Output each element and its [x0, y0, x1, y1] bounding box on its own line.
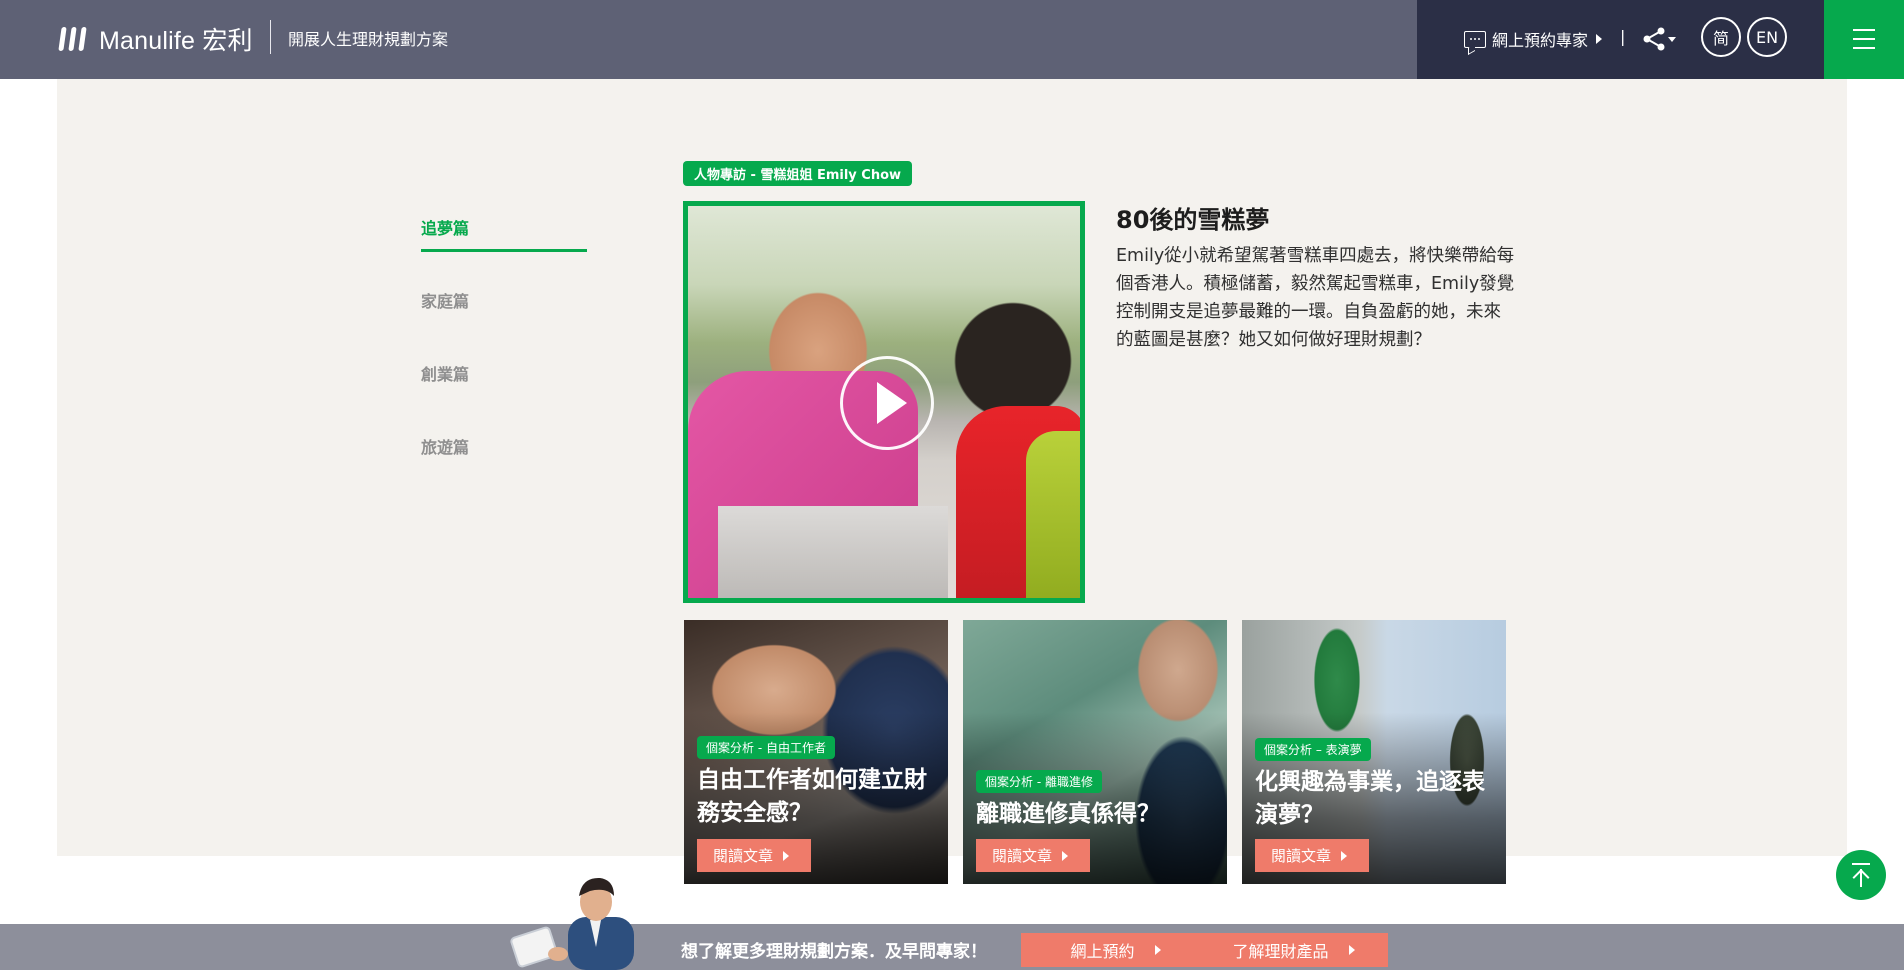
article-card[interactable]: 個案分析 – 表演夢 化興趣為事業，追逐表演夢？ 閱讀文章 — [1242, 620, 1506, 884]
hamburger-line — [1853, 38, 1875, 40]
triangle-right-icon — [1596, 34, 1603, 44]
article-title: 化興趣為事業，追逐表演夢？ — [1255, 769, 1485, 828]
article-tag: 個案分析 - 離職進修 — [976, 770, 1102, 793]
article-title: 自由工作者如何建立財務安全感？ — [697, 767, 927, 826]
story-category-nav: 追夢篇 家庭篇 創業篇 旅遊篇 — [421, 215, 587, 507]
cta-text: 想了解更多理財規劃方案．及早問專家！ — [681, 942, 987, 962]
triangle-right-icon — [1062, 850, 1069, 861]
thumbnail-shape — [718, 506, 948, 598]
manulife-logo-icon — [58, 27, 87, 51]
read-article-button[interactable]: 閱讀文章 — [976, 839, 1090, 872]
nav-item-family[interactable]: 家庭篇 — [421, 288, 587, 361]
page: Manulife 宏利 開展人生理財規劃方案 網上預約專家 | 简 EN 追夢篇… — [0, 0, 1904, 970]
read-article-label: 閱讀文章 — [992, 847, 1053, 865]
share-icon[interactable] — [1642, 26, 1678, 52]
feature-video[interactable] — [683, 201, 1085, 603]
hamburger-menu-button[interactable] — [1824, 0, 1904, 79]
triangle-right-icon — [1348, 945, 1355, 955]
nav-item-travel[interactable]: 旅遊篇 — [421, 434, 587, 507]
article-card[interactable]: 個案分析 - 離職進修 離職進修真係得？ 閱讀文章 — [963, 620, 1227, 884]
hamburger-line — [1853, 47, 1875, 49]
read-article-button[interactable]: 閱讀文章 — [1255, 839, 1369, 872]
cta-products-label: 了解理財產品 — [1232, 942, 1329, 961]
feature-description: Emily從小就希望駕著雪糕車四處去，將快樂帶給每個香港人。積極儲蓄，毅然駕起雪… — [1116, 246, 1515, 350]
feature-tag: 人物專訪 - 雪糕姐姐 Emily Chow — [683, 161, 913, 186]
header-actions: 網上預約專家 | 简 EN — [1417, 0, 1824, 79]
triangle-right-icon — [1154, 945, 1161, 955]
nav-active-underline — [421, 249, 587, 252]
chat-icon — [1464, 30, 1486, 48]
consultant-illustration — [510, 877, 634, 970]
online-booking-label: 網上預約專家 — [1492, 31, 1589, 50]
header-slogan: 開展人生理財規劃方案 — [288, 30, 449, 49]
read-article-label: 閱讀文章 — [713, 847, 774, 865]
feature-title: 80後的雪糕夢 — [1116, 206, 1270, 234]
back-to-top-icon — [1860, 869, 1862, 887]
article-card[interactable]: 個案分析 - 自由工作者 自由工作者如何建立財務安全感？ 閱讀文章 — [684, 620, 948, 884]
brand-logo[interactable]: Manulife 宏利 — [58, 22, 253, 56]
cta-products-button[interactable]: 了解理財產品 — [1199, 933, 1388, 967]
stories-section: 追夢篇 家庭篇 創業篇 旅遊篇 人物專訪 - 雪糕姐姐 Emily Chow 8… — [57, 79, 1847, 884]
triangle-right-icon — [783, 850, 790, 861]
thumbnail-shape — [1026, 431, 1080, 598]
hamburger-menu-icon — [1853, 29, 1875, 31]
article-tag: 個案分析 – 表演夢 — [1255, 738, 1371, 761]
nav-item-startup[interactable]: 創業篇 — [421, 361, 587, 434]
play-icon[interactable] — [840, 356, 934, 450]
cta-online-booking-label: 網上預約 — [1070, 942, 1135, 961]
triangle-right-icon — [1341, 850, 1348, 861]
cta-bar: 想了解更多理財規劃方案．及早問專家！ 網上預約 了解理財產品 — [0, 924, 1904, 970]
cta-online-booking-button[interactable]: 網上預約 — [1021, 933, 1210, 967]
read-article-button[interactable]: 閱讀文章 — [697, 839, 811, 872]
article-tag: 個案分析 - 自由工作者 — [697, 736, 835, 759]
online-booking-link[interactable]: 網上預約專家 — [1464, 27, 1603, 51]
article-title: 離職進修真係得？ — [976, 801, 1160, 827]
read-article-label: 閱讀文章 — [1271, 847, 1332, 865]
lang-english-button[interactable]: EN — [1747, 17, 1787, 57]
brand-name: Manulife 宏利 — [99, 27, 253, 55]
header-separator: | — [1620, 27, 1626, 46]
header-divider — [270, 20, 271, 54]
site-header: Manulife 宏利 開展人生理財規劃方案 網上預約專家 | 简 EN — [0, 0, 1904, 79]
back-to-top-button[interactable] — [1836, 850, 1886, 900]
lang-simplified-button[interactable]: 简 — [1701, 17, 1741, 57]
